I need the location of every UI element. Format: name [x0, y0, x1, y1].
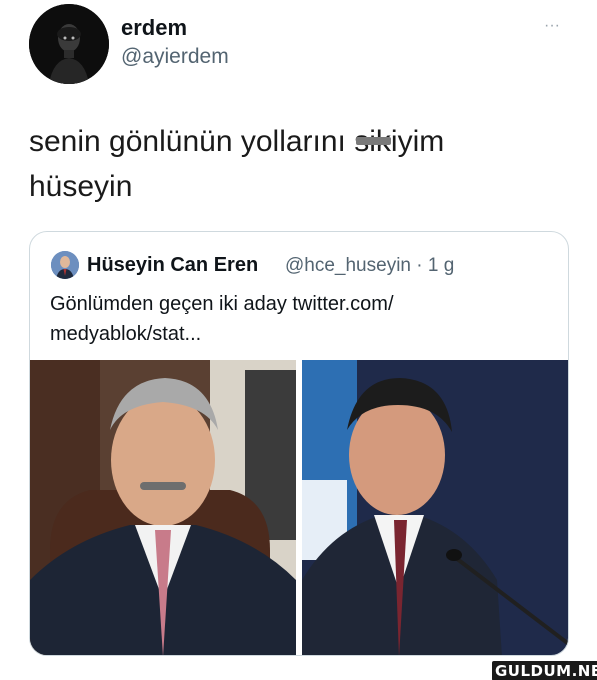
- more-options-icon[interactable]: ···: [544, 17, 560, 35]
- tweet-text-part: senin gönlünün yollarını: [29, 125, 355, 158]
- photo-left[interactable]: [30, 360, 296, 655]
- quoted-text-line1: Gönlümden geçen iki aday twitter.com/: [50, 293, 394, 315]
- tweet-text-part: iyim: [390, 125, 445, 158]
- author-handle[interactable]: @ayierdem: [121, 45, 229, 69]
- tweet-text-line2: hüseyin: [29, 170, 133, 203]
- author-display-name[interactable]: erdem: [121, 15, 187, 41]
- quoted-tweet-card[interactable]: Hüseyin Can Eren @hce_huseyin · 1 g Gönl…: [29, 231, 569, 656]
- quoted-author-name[interactable]: Hüseyin Can Eren: [87, 254, 258, 277]
- quoted-text-link[interactable]: medyablok/stat...: [50, 323, 201, 345]
- watermark-logo: GULDUM.NET: [492, 661, 597, 680]
- photo-right[interactable]: [302, 360, 568, 655]
- censored-word: sik: [354, 119, 391, 164]
- tweet-text: senin gönlünün yollarını sikiyim hüseyin: [29, 119, 549, 209]
- quoted-author-avatar[interactable]: [51, 251, 79, 279]
- author-avatar[interactable]: [29, 4, 109, 84]
- quoted-author-meta[interactable]: @hce_huseyin · 1 g: [285, 255, 454, 277]
- media-grid: [30, 360, 568, 655]
- quoted-tweet-text: Gönlümden geçen iki aday twitter.com/ me…: [50, 289, 530, 349]
